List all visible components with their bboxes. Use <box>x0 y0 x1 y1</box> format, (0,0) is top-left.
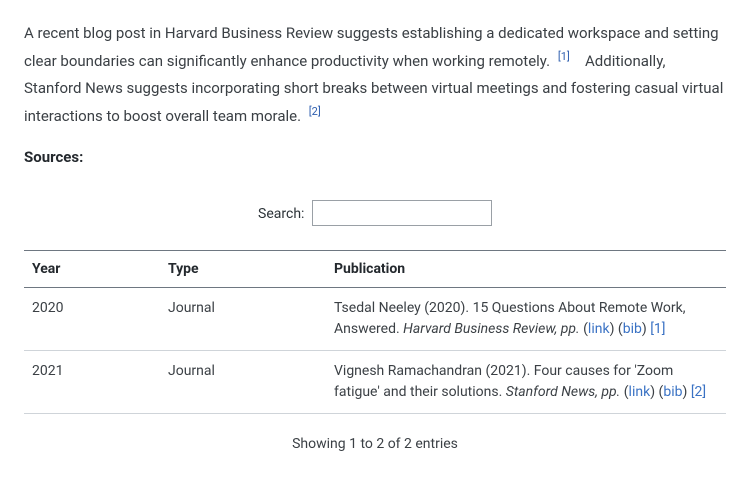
cell-type: Journal <box>160 351 326 414</box>
col-header-publication[interactable]: Publication <box>326 251 726 288</box>
col-header-type[interactable]: Type <box>160 251 326 288</box>
citation-ref-2[interactable]: [2] <box>309 105 321 118</box>
source-cite[interactable]: [2] <box>691 384 706 400</box>
cell-year: 2021 <box>24 351 160 414</box>
source-link[interactable]: link <box>629 384 651 400</box>
cell-year: 2020 <box>24 288 160 351</box>
pub-text: Vignesh Ramachandran (2021). Four causes… <box>334 363 673 400</box>
search-row: Search: <box>24 200 726 226</box>
table-row: 2020 Journal Tsedal Neeley (2020). 15 Qu… <box>24 288 726 351</box>
citation-ref-1[interactable]: [1] <box>558 50 570 63</box>
source-bib[interactable]: bib <box>663 384 682 400</box>
search-input[interactable] <box>312 200 492 226</box>
sources-table: Year Type Publication 2020 Journal Tseda… <box>24 250 726 414</box>
search-label: Search: <box>258 206 304 222</box>
cell-publication: Vignesh Ramachandran (2021). Four causes… <box>326 351 726 414</box>
table-row: 2021 Journal Vignesh Ramachandran (2021)… <box>24 351 726 414</box>
sources-heading: Sources: <box>24 148 726 166</box>
entries-info: Showing 1 to 2 of 2 entries <box>24 436 726 452</box>
source-link[interactable]: link <box>588 321 610 337</box>
intro-paragraph: A recent blog post in Harvard Business R… <box>24 20 726 130</box>
source-cite[interactable]: [1] <box>650 321 665 337</box>
pub-italic: Harvard Business Review, pp. <box>403 321 580 337</box>
source-bib[interactable]: bib <box>623 321 642 337</box>
col-header-year[interactable]: Year <box>24 251 160 288</box>
cell-publication: Tsedal Neeley (2020). 15 Questions About… <box>326 288 726 351</box>
pub-italic: Stanford News, pp. <box>506 384 620 400</box>
cell-type: Journal <box>160 288 326 351</box>
